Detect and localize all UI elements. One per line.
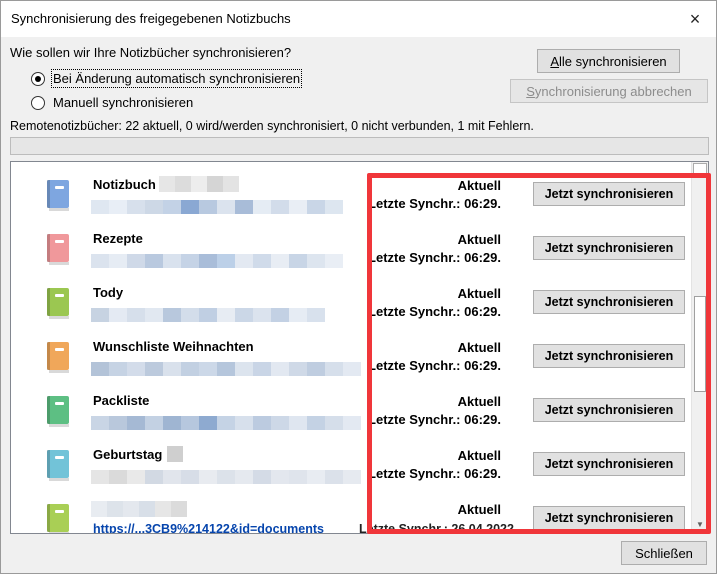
notebook-status: Aktuell	[457, 178, 501, 193]
notebook-row: Rezepte Aktuell Letzte Synchr.: 06:29. J…	[11, 231, 691, 288]
scroll-up-button[interactable]	[693, 163, 707, 177]
notebook-row: Packliste Aktuell Letzte Synchr.: 06:29.…	[11, 393, 691, 450]
option-auto-sync[interactable]: Bei Änderung automatisch synchronisieren	[31, 69, 303, 88]
notebook-status: Aktuell	[457, 502, 501, 517]
cancel-sync-accel: S	[526, 83, 535, 99]
notebook-last-sync: Letzte Synchr.: 06:29.	[368, 358, 501, 373]
notebook-icon	[47, 234, 69, 265]
window-title: Synchronisierung des freigegebenen Notiz…	[11, 11, 291, 26]
sync-dialog: Synchronisierung des freigegebenen Notiz…	[0, 0, 717, 574]
close-button[interactable]: Schließen	[621, 541, 707, 565]
sync-now-button[interactable]: Jetzt synchronisieren	[533, 236, 685, 260]
cancel-sync-button[interactable]: Synchronisierung abbrechen	[510, 79, 708, 103]
notebook-status: Aktuell	[457, 232, 501, 247]
sync-now-button[interactable]: Jetzt synchronisieren	[533, 398, 685, 422]
sync-now-button[interactable]: Jetzt synchronisieren	[533, 344, 685, 368]
notebook-last-sync: Letzte Synchr.: 06:29.	[368, 304, 501, 319]
option-auto-label: Bei Änderung automatisch synchronisieren	[50, 69, 303, 88]
notebook-last-sync: Letzte Synchr.: 06:29.	[368, 196, 501, 211]
redacted-url	[91, 200, 343, 214]
notebook-icon	[47, 396, 69, 427]
scroll-thumb[interactable]	[694, 296, 706, 392]
notebook-status: Aktuell	[457, 448, 501, 463]
cancel-sync-label: ynchronisierung abbrechen	[534, 83, 692, 99]
sync-question: Wie sollen wir Ihre Notizbücher synchron…	[10, 45, 292, 60]
redacted-url	[91, 362, 361, 376]
redacted-url	[91, 254, 343, 268]
sync-all-button[interactable]: Alle synchronisieren	[537, 49, 680, 73]
redacted-url	[91, 470, 361, 484]
redacted-name	[159, 176, 239, 192]
notebook-name: Wunschliste Weihnachten	[93, 339, 254, 354]
notebook-icon	[47, 504, 69, 533]
notebook-name: Notizbuch	[93, 177, 156, 192]
radio-auto-icon[interactable]	[31, 71, 45, 86]
notebook-last-sync: Letzte Synchr.: 26.04.2022	[359, 522, 514, 534]
notebook-last-sync: Letzte Synchr.: 06:29.	[368, 412, 501, 427]
radio-manual-icon[interactable]	[31, 95, 45, 110]
remote-notebooks-status: Remotenotizbücher: 22 aktuell, 0 wird/we…	[10, 119, 534, 133]
notebook-status: Aktuell	[457, 340, 501, 355]
notebook-name: Geburtstag	[93, 447, 163, 462]
notebook-icon	[47, 288, 69, 319]
sync-now-button[interactable]: Jetzt synchronisieren	[533, 290, 685, 314]
notebook-name: Rezepte	[93, 231, 143, 246]
scroll-down-icon[interactable]: ▼	[693, 516, 707, 532]
title-bar: Synchronisierung des freigegebenen Notiz…	[1, 1, 716, 37]
option-manual-sync[interactable]: Manuell synchronisieren	[31, 95, 193, 110]
sync-all-accel: A	[550, 53, 559, 69]
notebook-row: https://...3CB9%214122&id=documents Letz…	[11, 501, 691, 534]
notebook-row: Notizbuch Aktuell Letzte Synchr.: 06:29.…	[11, 176, 691, 234]
redacted-url	[91, 416, 361, 430]
notebook-row: Tody Aktuell Letzte Synchr.: 06:29. Jetz…	[11, 285, 691, 342]
notebook-icon	[47, 450, 69, 481]
notebook-status: Aktuell	[457, 286, 501, 301]
option-manual-label: Manuell synchronisieren	[53, 95, 194, 110]
list-scrollbar[interactable]: ▼	[691, 162, 708, 533]
notebook-last-sync: Letzte Synchr.: 06:29.	[368, 250, 501, 265]
sync-now-button[interactable]: Jetzt synchronisieren	[533, 506, 685, 530]
notebook-last-sync: Letzte Synchr.: 06:29.	[368, 466, 501, 481]
notebook-row: Wunschliste Weihnachten Aktuell Letzte S…	[11, 339, 691, 396]
notebook-list[interactable]: Notizbuch Aktuell Letzte Synchr.: 06:29.…	[10, 161, 709, 534]
redacted-name	[91, 501, 187, 517]
sync-now-button[interactable]: Jetzt synchronisieren	[533, 452, 685, 476]
notebook-icon	[47, 342, 69, 373]
sync-now-button[interactable]: Jetzt synchronisieren	[533, 182, 685, 206]
redacted-url	[91, 308, 325, 322]
notebook-row: Geburtstag Aktuell Letzte Synchr.: 06:29…	[11, 446, 691, 504]
notebook-name: Tody	[93, 285, 124, 300]
close-icon[interactable]: ×	[682, 6, 708, 32]
notebook-name: Packliste	[93, 393, 150, 408]
sync-progress-bar	[10, 137, 709, 155]
notebook-icon	[47, 180, 69, 211]
notebook-status: Aktuell	[457, 394, 501, 409]
redacted-name	[167, 446, 183, 462]
sync-all-label: lle synchronisieren	[559, 53, 667, 69]
notebook-link[interactable]: https://...3CB9%214122&id=documents	[93, 522, 324, 533]
